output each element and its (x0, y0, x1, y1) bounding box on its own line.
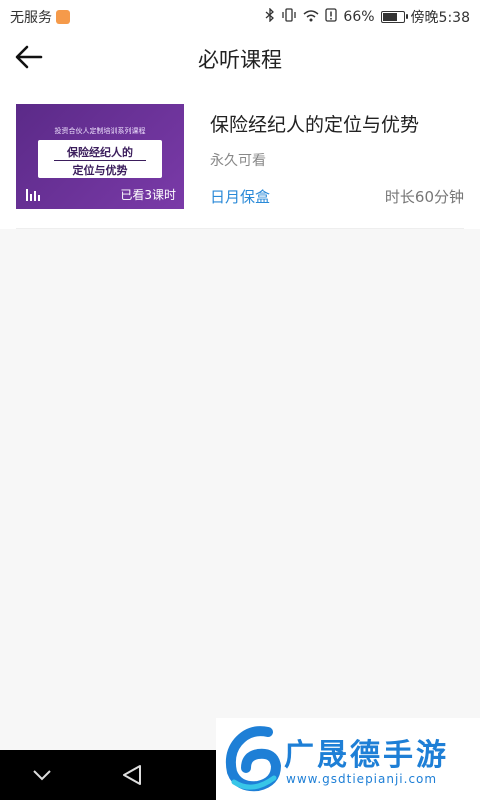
battery-icon (380, 11, 408, 23)
battery-percent: 66% (343, 9, 375, 25)
notification-app-icon (56, 10, 70, 24)
status-right: 66% 傍晚5:38 (265, 7, 470, 27)
thumbnail-title-line2: 定位与优势 (72, 164, 128, 177)
audio-bars-icon (26, 189, 40, 201)
watermark-logo-icon (225, 726, 282, 792)
course-duration: 时长60分钟 (384, 188, 464, 206)
access-label: 永久可看 (210, 153, 266, 169)
nav-collapse-button[interactable] (22, 760, 62, 790)
chevron-down-icon (33, 770, 51, 781)
status-left: 无服务 (10, 7, 70, 27)
thumbnail-series-text: 投资合伙人定制培训系列课程 (54, 127, 146, 135)
vibrate-icon (281, 8, 297, 26)
thumbnail-title-card: 保险经纪人的 定位与优势 (38, 140, 162, 178)
thumbnail-divider (54, 160, 146, 161)
clock: 傍晚5:38 (410, 10, 470, 26)
triangle-back-icon (123, 765, 141, 785)
app-header: 必听课程 (0, 32, 480, 84)
watched-count: 已看3课时 (120, 188, 176, 202)
bluetooth-icon (265, 7, 275, 26)
watermark-url: www.gsdtiepianji.com (286, 772, 438, 786)
carrier-text: 无服务 (10, 10, 52, 26)
alert-icon (325, 8, 338, 26)
thumbnail-title-line1: 保险经纪人的 (67, 146, 133, 159)
watermark-brand: 广晟德手游 (284, 738, 449, 773)
course-thumbnail[interactable]: 投资合伙人定制培训系列课程 保险经纪人的 定位与优势 已看3课时 (16, 104, 184, 209)
status-bar: 无服务 66% 傍晚5:38 (0, 0, 480, 32)
provider-link[interactable]: 日月保盒 (210, 186, 270, 207)
page-title: 必听课程 (198, 48, 282, 72)
wifi-icon (303, 9, 319, 26)
course-item[interactable]: 投资合伙人定制培训系列课程 保险经纪人的 定位与优势 已看3课时 保险经纪人的定… (16, 84, 464, 229)
nav-back-button[interactable] (112, 760, 152, 790)
watermark: 广晟德手游 www.gsdtiepianji.com (216, 718, 480, 800)
course-title: 保险经纪人的定位与优势 (210, 114, 420, 136)
course-list: 投资合伙人定制培训系列课程 保险经纪人的 定位与优势 已看3课时 保险经纪人的定… (0, 84, 480, 229)
